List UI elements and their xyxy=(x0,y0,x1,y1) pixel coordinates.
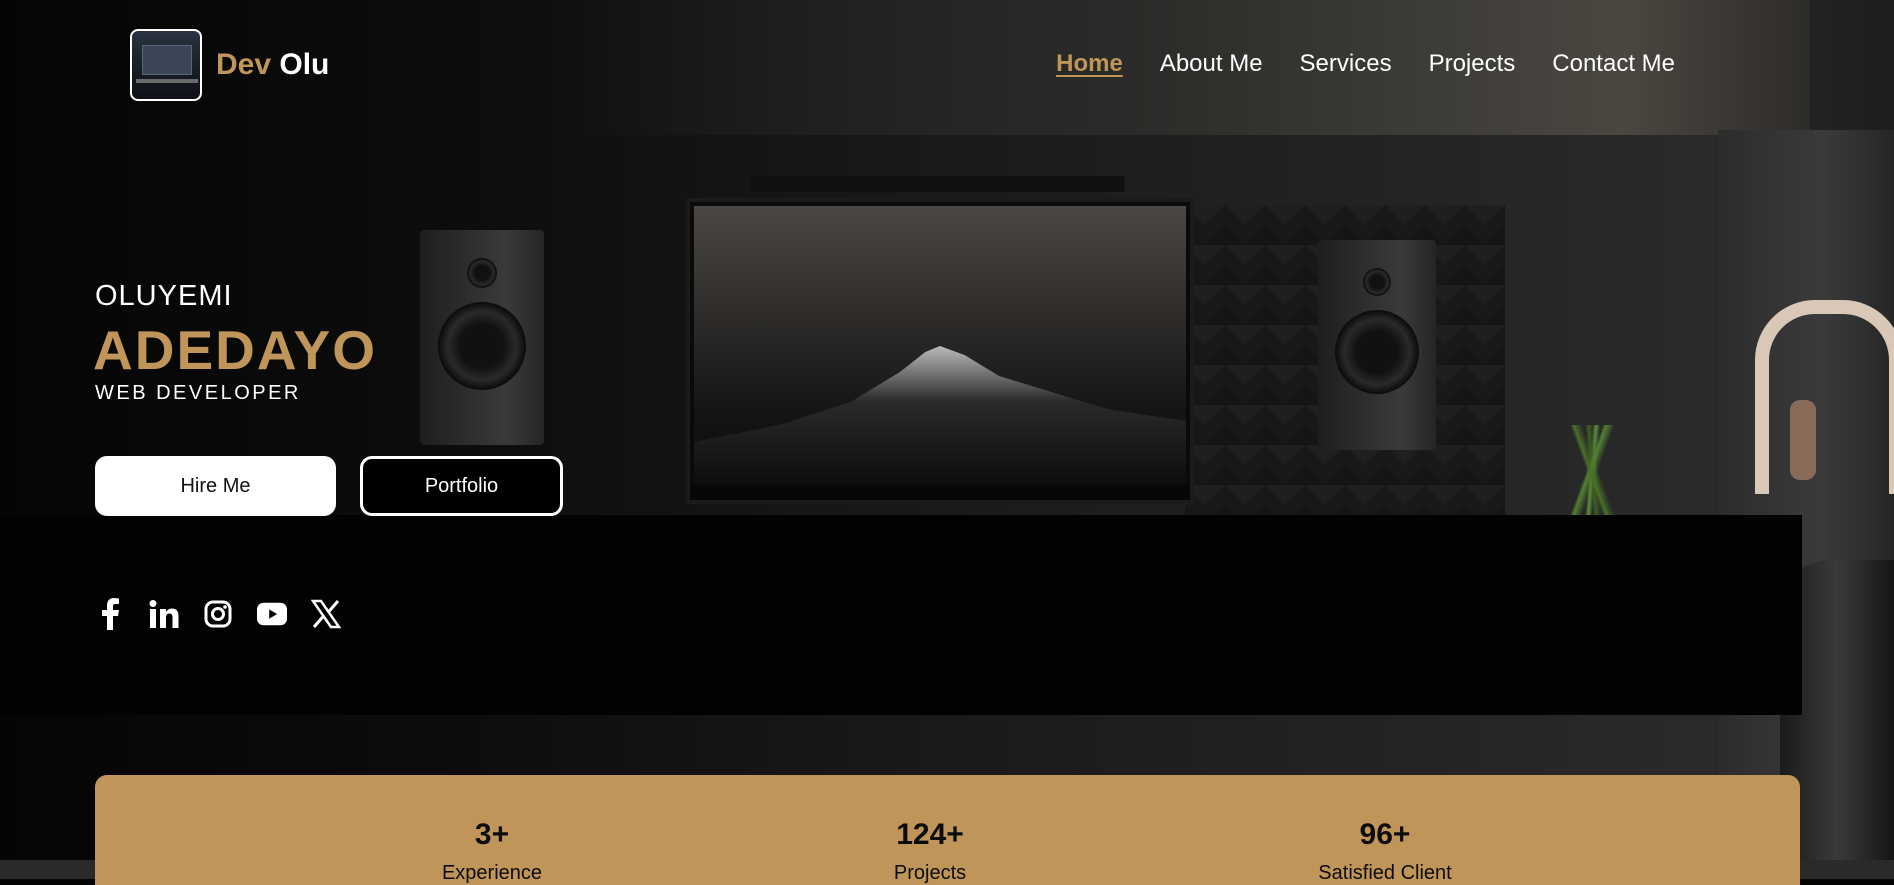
monitor-taskbar xyxy=(690,486,1190,500)
site-header: Dev Olu Home About Me Services Projects … xyxy=(0,0,1802,130)
brand-second: Olu xyxy=(279,48,330,81)
logo-monitor xyxy=(142,45,192,75)
nav-services[interactable]: Services xyxy=(1300,50,1392,78)
stat-experience: 3+ Experience xyxy=(382,818,602,885)
stat-value: 96+ xyxy=(1359,818,1411,851)
stat-label: Satisfied Client xyxy=(1318,862,1452,884)
right-speaker xyxy=(1318,240,1436,450)
social-links xyxy=(95,597,341,631)
facebook-icon[interactable] xyxy=(95,597,125,631)
portfolio-button[interactable]: Portfolio xyxy=(360,456,563,516)
headphone-cup xyxy=(1790,400,1816,480)
nav-projects[interactable]: Projects xyxy=(1429,50,1516,78)
linkedin-icon[interactable] xyxy=(149,597,179,631)
hero-background-image xyxy=(0,0,1894,879)
main-nav: Home About Me Services Projects Contact … xyxy=(1056,50,1675,78)
stat-satisfied-client: 96+ Satisfied Client xyxy=(1275,818,1495,885)
plant-image xyxy=(1525,425,1665,515)
stat-value: 3+ xyxy=(474,818,510,851)
speaker-tweeter xyxy=(467,258,497,288)
youtube-icon[interactable] xyxy=(257,597,287,631)
hero-last-name: ADEDAYO xyxy=(93,319,377,381)
stat-label: Projects xyxy=(893,862,967,884)
monitor-lightbar xyxy=(750,176,1125,192)
speaker-tweeter xyxy=(1363,268,1391,296)
nav-home[interactable]: Home xyxy=(1056,50,1123,78)
x-icon[interactable] xyxy=(311,597,341,631)
speaker-woofer xyxy=(1335,310,1419,394)
stat-projects: 124+ Projects xyxy=(820,818,1040,885)
instagram-icon[interactable] xyxy=(203,597,233,631)
stat-label: Experience xyxy=(441,862,543,884)
monitor-screen xyxy=(694,206,1186,484)
hire-me-button[interactable]: Hire Me xyxy=(95,456,336,516)
monitor-image xyxy=(686,198,1194,504)
nav-contact-me[interactable]: Contact Me xyxy=(1552,50,1675,78)
brand-link[interactable]: Dev Olu xyxy=(130,29,329,101)
logo-desk xyxy=(136,79,198,83)
left-speaker xyxy=(420,230,544,445)
stat-value: 124+ xyxy=(896,818,964,851)
desk-setup-logo-icon xyxy=(130,29,202,101)
stats-bar: 3+ Experience 124+ Projects 96+ Satisfie… xyxy=(95,775,1800,885)
speaker-woofer xyxy=(438,302,526,390)
mountain-wallpaper xyxy=(694,346,1186,484)
hero-first-name: OLUYEMI xyxy=(95,280,233,312)
brand-name: Dev Olu xyxy=(216,48,329,82)
headphones-image xyxy=(1755,300,1894,494)
brand-first: Dev xyxy=(216,48,272,81)
nav-about-me[interactable]: About Me xyxy=(1160,50,1263,78)
hero-role: WEB DEVELOPER xyxy=(95,382,301,404)
